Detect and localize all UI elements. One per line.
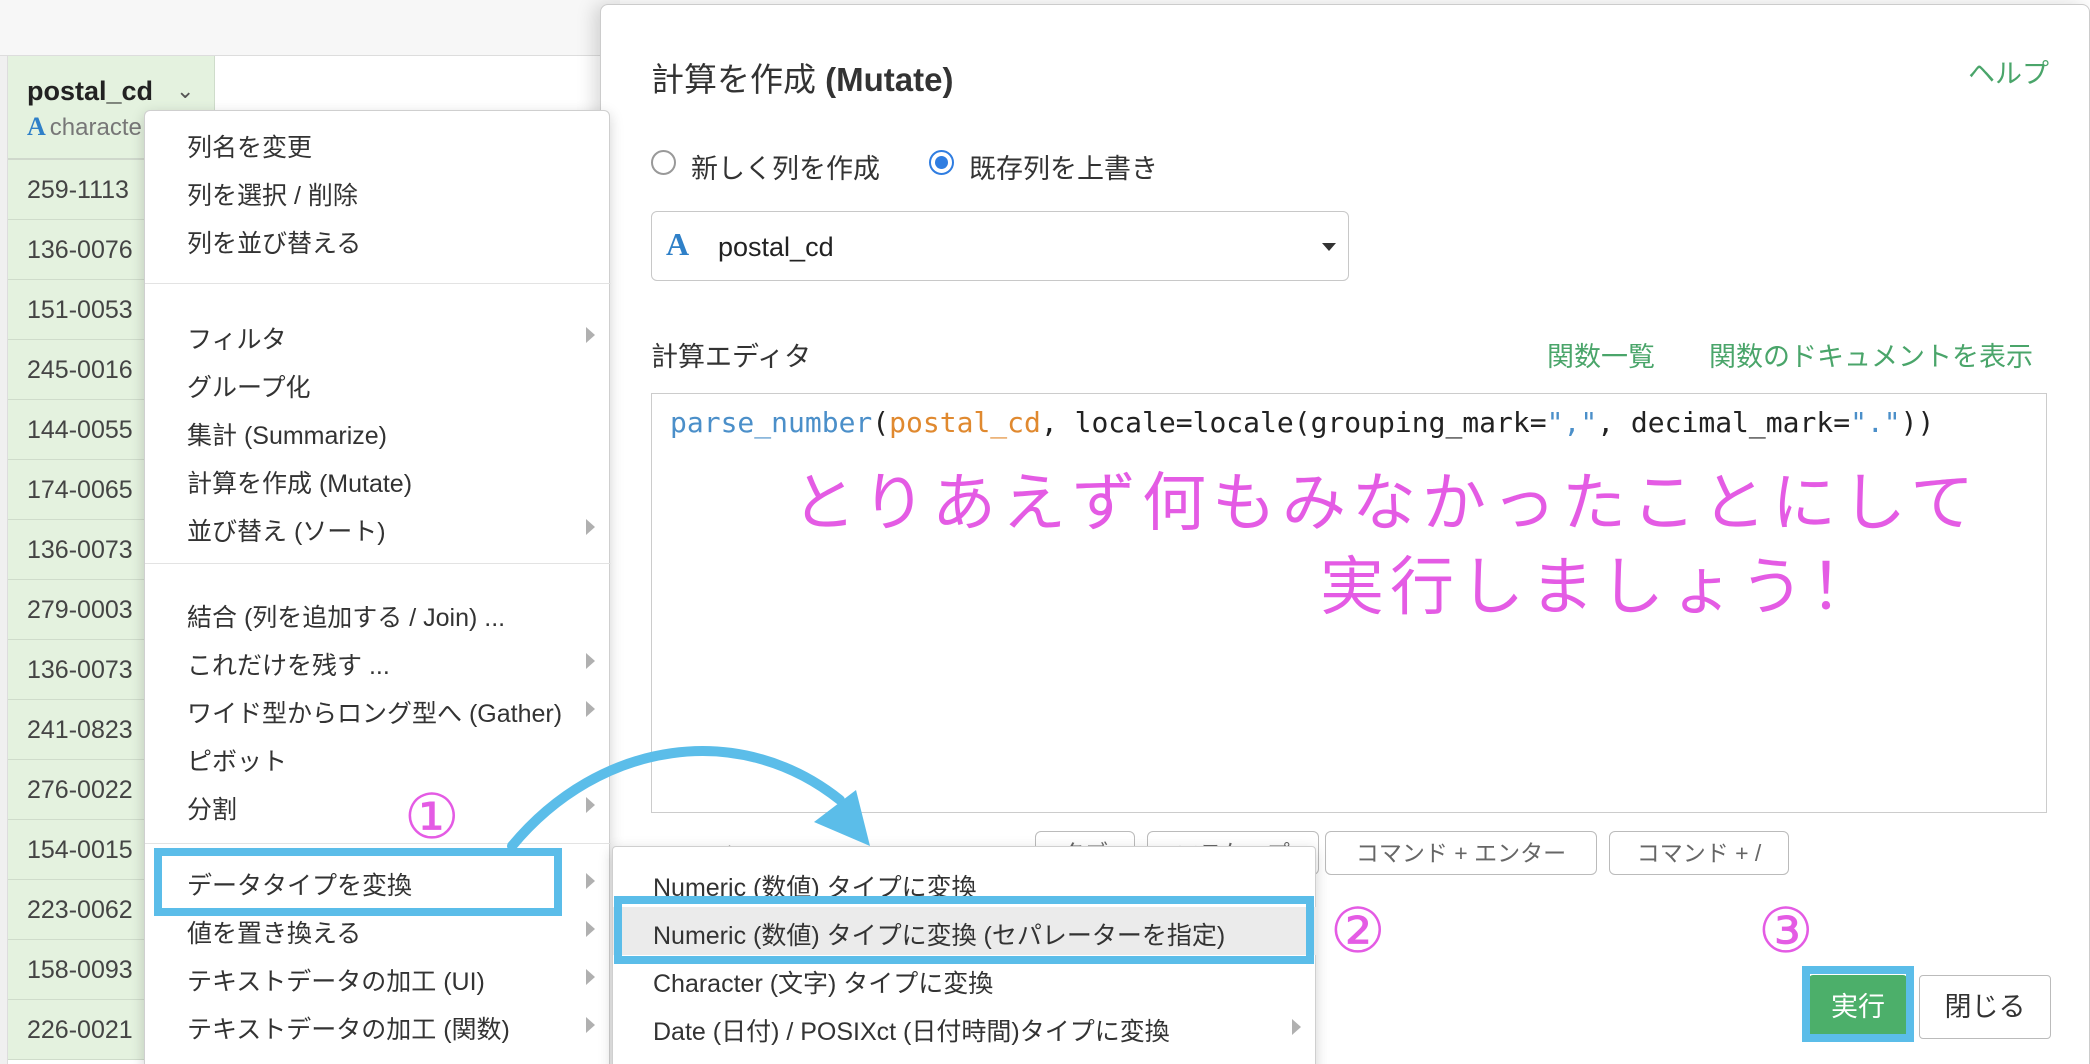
column-select[interactable]: A postal_cd xyxy=(651,211,1349,281)
column-context-menu: 列名を変更 列を選択 / 削除 列を並び替える フィルタ グループ化 集計 (S… xyxy=(144,110,611,1064)
step-1-marker: ① xyxy=(404,780,460,853)
grid-toolbar xyxy=(0,0,620,56)
menu-item-pivot[interactable]: ピボット xyxy=(145,733,611,781)
column-type: Acharacte xyxy=(27,112,142,142)
column-type-label: characte xyxy=(49,114,142,141)
menu-item-text-ui[interactable]: テキストデータの加工 (UI) xyxy=(145,953,611,1001)
menu-divider xyxy=(145,283,611,284)
code-line: parse_number(postal_cd, locale=locale(gr… xyxy=(670,406,1934,439)
chevron-right-icon xyxy=(586,327,595,343)
dialog-title-en: (Mutate) xyxy=(825,61,954,98)
character-type-icon: A xyxy=(27,112,46,141)
function-docs-link[interactable]: 関数のドキュメントを表示 xyxy=(1709,335,2033,374)
close-button[interactable]: 閉じる xyxy=(1919,975,2051,1039)
dialog-title: 計算を作成 (Mutate) xyxy=(651,53,953,101)
menu-item-keep-only[interactable]: これだけを残す ... xyxy=(145,637,611,685)
menu-item-split[interactable]: 分割 xyxy=(145,781,611,829)
menu-item-label: 列を並び替える xyxy=(187,230,362,258)
chevron-right-icon xyxy=(586,653,595,669)
radio-overwrite-column-label: 既存列を上書き xyxy=(969,154,1158,184)
column-select-value: postal_cd xyxy=(718,232,834,262)
chevron-right-icon xyxy=(586,519,595,535)
chevron-right-icon xyxy=(586,701,595,717)
submenu-item-label: Date (日付) / POSIXct (日付時間)タイプに変換 xyxy=(653,1018,1170,1046)
shortcut-cmd-enter: コマンド + エンター xyxy=(1325,831,1597,875)
radio-new-column-label: 新しく列を作成 xyxy=(691,154,880,184)
code-paren: ( xyxy=(872,406,890,439)
menu-item-label: ワイド型からロング型へ (Gather) xyxy=(187,700,563,728)
code-argument: postal_cd xyxy=(889,406,1041,439)
chevron-right-icon xyxy=(586,873,595,889)
submenu-item-label: Character (文字) タイプに変換 xyxy=(653,970,994,998)
help-link[interactable]: ヘルプ xyxy=(1968,52,2049,91)
row-gutter xyxy=(0,56,8,1064)
character-type-icon: A xyxy=(666,226,690,262)
menu-item-label: 分割 xyxy=(187,796,238,824)
menu-item-label: テキストデータの加工 (関数) xyxy=(187,1016,510,1044)
code-function: parse_number xyxy=(670,406,873,439)
submenu-item-to-date[interactable]: Date (日付) / POSIXct (日付時間)タイプに変換 xyxy=(613,1003,1317,1051)
menu-item-label: 集計 (Summarize) xyxy=(187,422,388,450)
dialog-title-jp: 計算を作成 xyxy=(651,61,816,98)
menu-item-mutate[interactable]: 計算を作成 (Mutate) xyxy=(145,455,611,503)
chevron-right-icon xyxy=(586,921,595,937)
code-text: , locale=locale(grouping_mark= xyxy=(1040,406,1547,439)
step-3-marker: ③ xyxy=(1758,894,1814,967)
column-name: postal_cd xyxy=(27,76,154,106)
caret-down-icon xyxy=(1322,243,1336,251)
highlight-numeric-separator xyxy=(614,896,1314,964)
menu-item-reorder[interactable]: 列を並び替える xyxy=(145,215,611,263)
menu-item-label: 結合 (列を追加する / Join) ... xyxy=(187,604,506,632)
menu-item-label: これだけを残す ... xyxy=(187,652,390,680)
menu-item-text-function[interactable]: テキストデータの加工 (関数) xyxy=(145,1001,611,1049)
menu-item-rename[interactable]: 列名を変更 xyxy=(145,119,611,167)
chevron-right-icon xyxy=(1292,1019,1301,1035)
menu-item-label: 列名を変更 xyxy=(187,134,313,162)
highlight-run-button xyxy=(1802,966,1914,1042)
menu-divider xyxy=(145,563,611,564)
menu-item-label: 列を選択 / 削除 xyxy=(187,182,358,210)
code-text: , decimal_mark= xyxy=(1597,406,1851,439)
menu-divider xyxy=(145,843,611,844)
shortcut-cmd-slash: コマンド + / xyxy=(1609,831,1789,875)
menu-item-label: 値を置き換える xyxy=(187,920,362,948)
chevron-right-icon xyxy=(586,797,595,813)
menu-item-sort[interactable]: 並び替え (ソート) xyxy=(145,503,611,551)
function-list-link[interactable]: 関数一覧 xyxy=(1547,335,1655,374)
annotation-text: とりあえず何もみなかったことにして xyxy=(792,467,1981,541)
code-close-paren: )) xyxy=(1900,406,1935,439)
menu-item-summarize[interactable]: 集計 (Summarize) xyxy=(145,407,611,455)
radio-new-column[interactable]: 新しく列を作成 xyxy=(651,143,911,184)
code-string: "," xyxy=(1546,406,1598,439)
menu-item-filter[interactable]: フィルタ xyxy=(145,311,611,359)
chevron-right-icon xyxy=(586,1017,595,1033)
menu-item-label: テキストデータの加工 (UI) xyxy=(187,968,485,996)
menu-item-label: ピボット xyxy=(187,748,288,776)
menu-item-gather[interactable]: ワイド型からロング型へ (Gather) xyxy=(145,685,611,733)
menu-item-label: 計算を作成 (Mutate) xyxy=(187,470,413,498)
menu-item-label: 並び替え (ソート) xyxy=(187,518,386,546)
menu-item-label: フィルタ xyxy=(187,326,287,354)
radio-new-column-circle[interactable] xyxy=(651,150,676,175)
menu-item-join[interactable]: 結合 (列を追加する / Join) ... xyxy=(145,589,611,637)
chevron-right-icon xyxy=(586,969,595,985)
menu-item-label: グループ化 xyxy=(187,374,311,402)
code-editor[interactable]: parse_number(postal_cd, locale=locale(gr… xyxy=(651,393,2047,813)
menu-item-select-delete[interactable]: 列を選択 / 削除 xyxy=(145,167,611,215)
step-2-marker: ② xyxy=(1330,894,1386,967)
highlight-convert-type xyxy=(154,848,562,916)
radio-overwrite-column-circle[interactable] xyxy=(929,150,954,175)
annotation-text: 実行しましょう！ xyxy=(1320,551,1880,625)
editor-label: 計算エディタ xyxy=(651,342,812,372)
menu-item-group[interactable]: グループ化 xyxy=(145,359,611,407)
radio-overwrite-column[interactable]: 既存列を上書き xyxy=(929,143,1189,184)
chevron-down-icon[interactable]: ⌄ xyxy=(176,78,194,104)
code-string: "." xyxy=(1850,406,1901,439)
